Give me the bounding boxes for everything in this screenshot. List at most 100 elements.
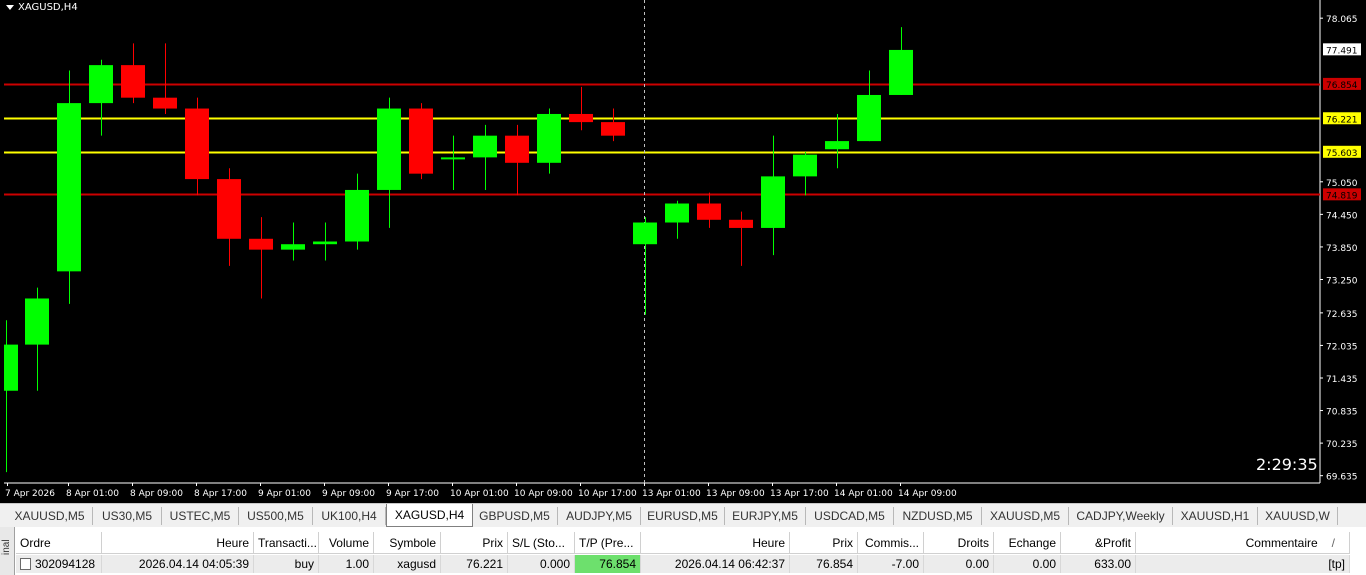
chart-tab[interactable]: US500,M5 xyxy=(239,507,313,525)
column-header-label: &Profit xyxy=(1094,536,1131,550)
column-header[interactable]: Echange xyxy=(994,532,1061,554)
x-tick-label: 7 Apr 2026 xyxy=(5,489,55,499)
table-cell-value: 76.221 xyxy=(466,557,503,571)
terminal-side-label: inal xyxy=(1,539,12,555)
table-cell-value: 1.00 xyxy=(345,557,369,571)
y-tick-label: 71.435 xyxy=(1326,375,1358,385)
bearish-candle xyxy=(505,135,529,163)
y-tick-label: 73.250 xyxy=(1326,276,1358,286)
table-cell[interactable]: -7.00 xyxy=(858,555,924,573)
column-header-label: Ordre xyxy=(20,536,51,550)
table-cell-value: 302094128 xyxy=(35,557,96,571)
column-header[interactable]: Symbole xyxy=(374,532,441,554)
table-cell[interactable]: 0.00 xyxy=(994,555,1061,573)
bearish-candle xyxy=(185,108,209,180)
x-tick-label: 8 Apr 09:00 xyxy=(130,489,183,499)
bullish-candle xyxy=(889,49,913,95)
sort-indicator-icon: / xyxy=(1331,536,1335,550)
table-cell[interactable]: 0.000 xyxy=(508,555,575,573)
y-tick-label: 74.450 xyxy=(1326,211,1358,221)
table-cell[interactable]: [tp] xyxy=(1136,555,1350,573)
chart-tab[interactable]: USTEC,M5 xyxy=(162,507,239,525)
column-header-label: Heure xyxy=(752,536,785,550)
table-cell[interactable]: 76.854 xyxy=(575,555,641,573)
chart-tab[interactable]: NZDUSD,M5 xyxy=(894,507,982,525)
x-tick-label: 10 Apr 09:00 xyxy=(514,489,573,499)
table-cell-value: 0.000 xyxy=(539,557,570,571)
chart-tab[interactable]: GBPUSD,M5 xyxy=(472,507,558,525)
bar-countdown-timer: 2:29:35 xyxy=(1256,455,1318,474)
y-tick-label: 78.065 xyxy=(1326,15,1358,25)
bullish-candle xyxy=(537,113,561,163)
chart-tab[interactable]: XAUUSD,M5 xyxy=(7,507,93,525)
chart-tab[interactable]: US30,M5 xyxy=(93,507,162,525)
x-tick-label: 8 Apr 01:00 xyxy=(66,489,119,499)
x-tick-label: 9 Apr 17:00 xyxy=(386,489,439,499)
chart-title: XAGUSD,H4 xyxy=(6,2,78,13)
table-cell[interactable]: 2026.04.14 06:42:37 xyxy=(641,555,790,573)
column-header-label: T/P (Pre... xyxy=(579,536,634,550)
bullish-candle xyxy=(4,344,18,391)
terminal-panel: inal Ordre Heure Transacti... Volume Symbole… xyxy=(0,527,1366,575)
table-cell[interactable]: 76.221 xyxy=(441,555,508,573)
closed-order-icon xyxy=(20,557,31,570)
chart-tab[interactable]: UK100,H4 xyxy=(313,507,386,525)
column-header[interactable]: T/P (Pre... xyxy=(575,532,641,554)
table-cell-value: 76.854 xyxy=(816,557,853,571)
chart-tab[interactable]: XAGUSD,H4 xyxy=(386,504,473,527)
column-header[interactable]: Heure xyxy=(641,532,790,554)
table-cell[interactable]: buy xyxy=(254,555,319,573)
column-header[interactable]: Commentaire / xyxy=(1136,532,1350,554)
table-cell[interactable]: 0.00 xyxy=(924,555,994,573)
table-cell[interactable]: 76.854 xyxy=(790,555,858,573)
candlestick-chart[interactable]: 78.065 77.491 76.854 76.221 75.603 75.050 74.8… xyxy=(0,0,1366,503)
x-tick-label: 8 Apr 17:00 xyxy=(194,489,247,499)
x-tick-label: 10 Apr 01:00 xyxy=(450,489,509,499)
column-header[interactable]: Ordre xyxy=(16,532,102,554)
table-cell[interactable]: 2026.04.14 04:05:39 xyxy=(102,555,254,573)
column-header-label: Volume xyxy=(328,536,369,550)
column-header[interactable]: Prix xyxy=(441,532,508,554)
y-tick-label: 69.635 xyxy=(1326,473,1358,483)
current-price-label: 77.491 xyxy=(1326,46,1358,56)
column-header[interactable]: &Profit xyxy=(1061,532,1136,554)
chart-tab[interactable]: USDCAD,M5 xyxy=(806,507,894,525)
table-cell[interactable]: 633.00 xyxy=(1061,555,1136,573)
y-tick-label: 70.835 xyxy=(1326,408,1358,418)
bullish-candle xyxy=(665,203,689,223)
column-header-label: S/L (Sto... xyxy=(512,536,565,550)
bearish-candle xyxy=(249,238,273,250)
column-header[interactable]: Volume xyxy=(319,532,374,554)
column-header[interactable]: Commis... xyxy=(858,532,924,554)
terminal-side-strip[interactable]: inal xyxy=(0,527,15,575)
chart-tab[interactable]: XAUUSD,W xyxy=(1258,507,1338,525)
level-price-label: 76.854 xyxy=(1326,81,1358,91)
chart-tab[interactable]: EURJPY,M5 xyxy=(725,507,806,525)
chart-symbol-label: XAGUSD,H4 xyxy=(18,2,78,13)
level-price-label: 75.603 xyxy=(1326,149,1358,159)
column-header[interactable]: Heure xyxy=(102,532,254,554)
x-tick-label: 10 Apr 17:00 xyxy=(578,489,637,499)
column-header[interactable]: Droits xyxy=(924,532,994,554)
bullish-candle xyxy=(89,65,113,104)
chart-area[interactable]: 78.065 77.491 76.854 76.221 75.603 75.050 74.8… xyxy=(0,0,1366,503)
column-header[interactable]: Transacti... xyxy=(254,532,319,554)
table-cell[interactable]: 1.00 xyxy=(319,555,374,573)
bearish-candle xyxy=(569,113,593,123)
table-cell[interactable]: xagusd xyxy=(374,555,441,573)
table-cell-value: -7.00 xyxy=(891,557,919,571)
table-cell[interactable]: 302094128 xyxy=(16,555,102,573)
chart-tab[interactable]: EURUSD,M5 xyxy=(641,507,725,525)
table-cell-value: 0.00 xyxy=(965,557,989,571)
bullish-candle xyxy=(441,157,465,160)
chart-tab[interactable]: XAUUSD,H1 xyxy=(1173,507,1258,525)
chart-tab[interactable]: AUDJPY,M5 xyxy=(558,507,641,525)
column-header[interactable]: Prix xyxy=(790,532,858,554)
chart-tab[interactable]: XAUUSD,M5 xyxy=(982,507,1069,525)
bullish-candle xyxy=(857,94,881,142)
dropdown-arrow-icon[interactable] xyxy=(6,4,14,10)
bullish-candle xyxy=(313,241,337,245)
chart-tab[interactable]: CADJPY,Weekly xyxy=(1069,507,1173,525)
column-header[interactable]: S/L (Sto... xyxy=(508,532,575,554)
bullish-candle xyxy=(825,141,849,150)
